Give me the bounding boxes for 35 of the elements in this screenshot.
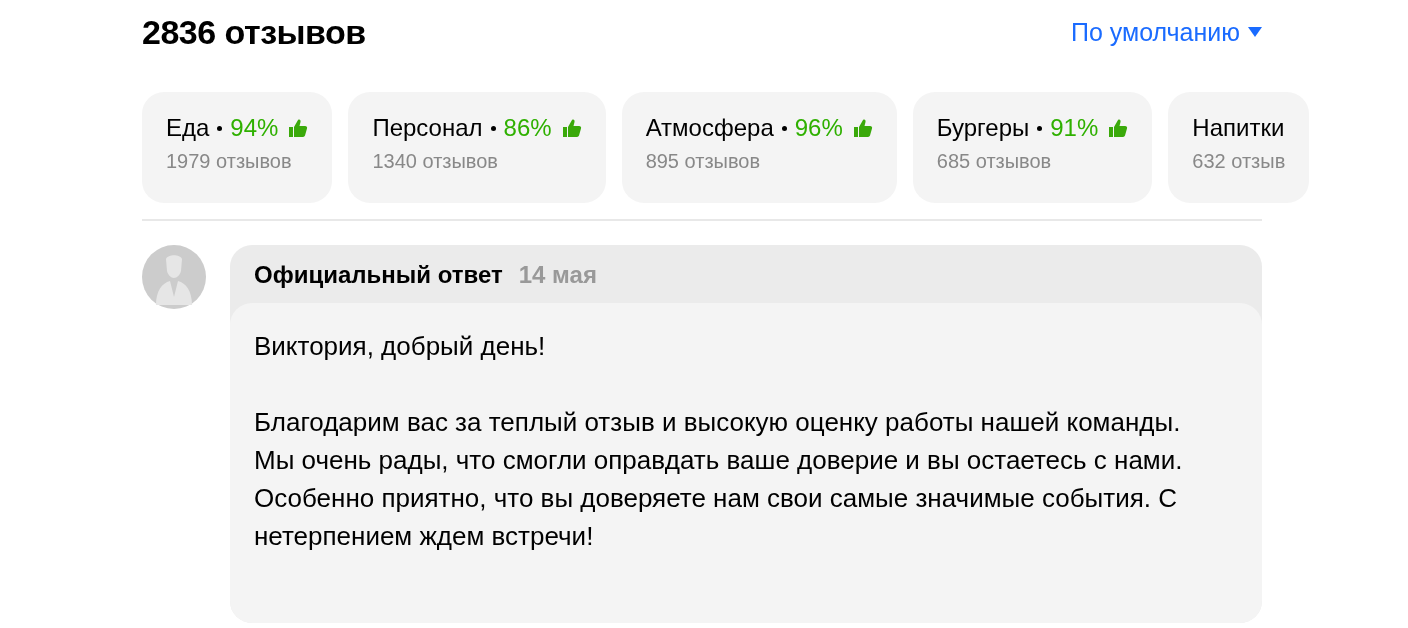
reply-text: Виктория, добрый день!: [254, 330, 547, 363]
caret-icon: [1248, 26, 1262, 38]
category-review-count: 1979 отзывов: [166, 150, 293, 173]
category-chip[interactable]: Еда 94% 1979 отзывов: [142, 92, 333, 203]
category-chip[interactable]: Напитки 632 отзыв: [1168, 92, 1310, 203]
reply-author: Официальный ответ: [254, 261, 503, 289]
category-chip[interactable]: Атмосфера 96% 895 отзывов: [621, 92, 897, 203]
thumbs-up-icon: [288, 118, 309, 138]
thumbs-up-icon: [852, 118, 873, 138]
category-review-count: 1340 отзывов: [372, 150, 499, 173]
category-review-count: 632 отзыв: [1192, 150, 1286, 173]
reply-text: Благодарим вас за теплый отзыв и высокую оценку работы нашей команды. Мы очень рады, что смогли оправдать ваше доверие и вы остаетесь с нами. Особенно приятно, что вы доверяете нам свои самые значимые события. С нетерпением ждем встречи!: [254, 406, 1184, 553]
bullet-dot: [490, 125, 496, 131]
category-name: Еда: [166, 114, 210, 142]
category-review-count: 685 отзывов: [936, 150, 1053, 173]
category-name: Напитки: [1192, 114, 1285, 142]
bullet-dot: [1037, 125, 1043, 131]
category-chip[interactable]: Персонал 86% 1340 отзывов: [348, 92, 606, 203]
category-review-count: 895 отзывов: [645, 150, 762, 173]
reviews-count-title: 2836 отзывов: [142, 12, 366, 52]
category-percent: 94%: [230, 114, 279, 142]
category-name: Персонал: [372, 114, 483, 142]
category-percent: 96%: [794, 114, 843, 142]
thumbs-up-icon: [1108, 118, 1129, 138]
category-name: Бургеры: [936, 114, 1030, 142]
sort-dropdown[interactable]: По умолчанию: [1070, 17, 1262, 47]
thumbs-up-icon: [561, 118, 582, 138]
category-chip[interactable]: Бургеры 91% 685 отзывов: [912, 92, 1153, 203]
bullet-dot: [781, 125, 787, 131]
bullet-dot: [217, 125, 223, 131]
avatar-icon: [142, 245, 206, 309]
category-name: Атмосфера: [645, 114, 774, 142]
category-percent: 86%: [503, 114, 552, 142]
reply-date: 14 мая: [518, 261, 597, 289]
category-percent: 91%: [1050, 114, 1099, 142]
